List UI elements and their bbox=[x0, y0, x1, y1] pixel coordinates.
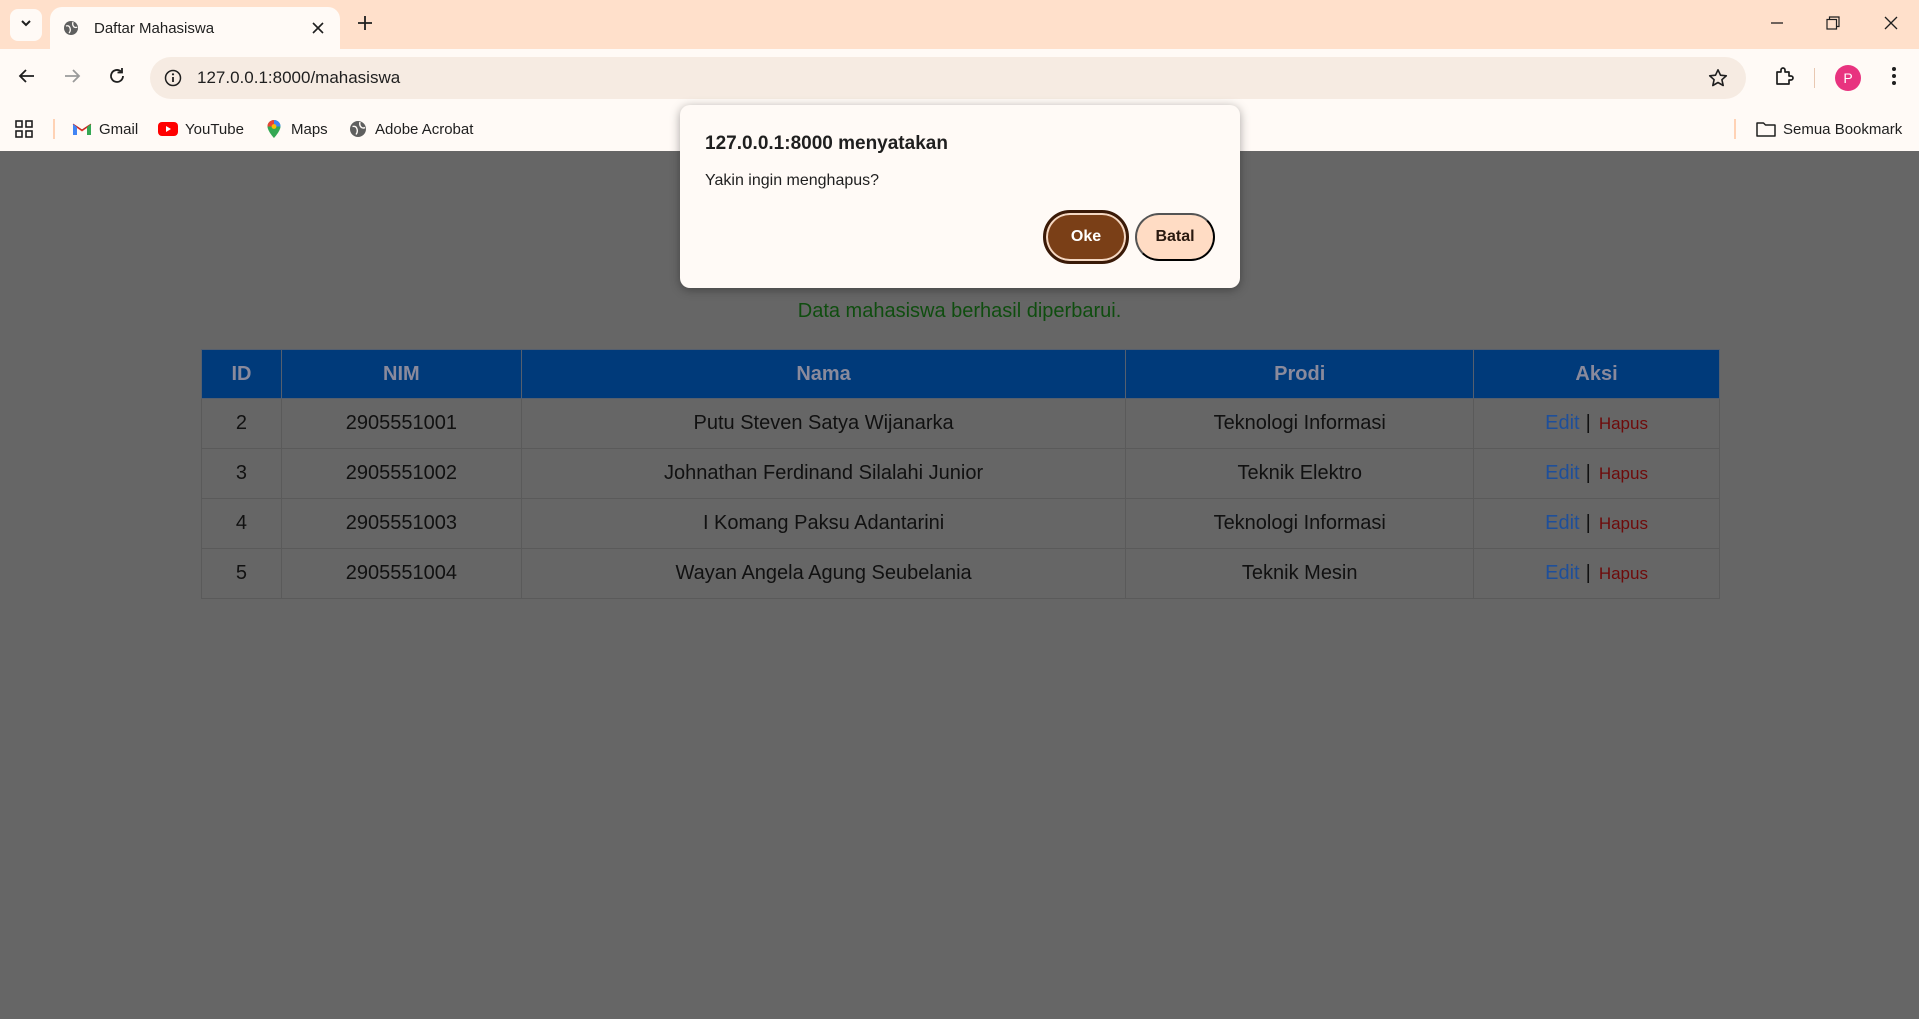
maps-icon bbox=[264, 119, 284, 139]
cell-nama: I Komang Paksu Adantarini bbox=[520, 498, 1127, 549]
back-button[interactable] bbox=[11, 62, 43, 94]
close-icon bbox=[1884, 16, 1898, 35]
plus-icon bbox=[357, 15, 373, 36]
cell-id: 4 bbox=[201, 498, 282, 549]
action-separator: | bbox=[1585, 412, 1591, 434]
column-header-id: ID bbox=[201, 349, 282, 399]
toolbar: 127.0.0.1:8000/mahasiswa P bbox=[0, 49, 1919, 107]
active-tab[interactable]: Daftar Mahasiswa bbox=[50, 7, 340, 49]
edit-link[interactable]: Edit bbox=[1545, 562, 1579, 584]
arrow-right-icon bbox=[63, 67, 81, 90]
table-row: 2 2905551001 Putu Steven Satya Wijanarka… bbox=[201, 398, 1720, 449]
browser-menu-button[interactable] bbox=[1880, 62, 1908, 94]
site-info-icon[interactable] bbox=[162, 67, 184, 89]
all-bookmarks-button[interactable]: Semua Bookmark bbox=[1756, 117, 1902, 141]
cell-prodi: Teknologi Informasi bbox=[1125, 498, 1475, 549]
column-header-prodi: Prodi bbox=[1125, 349, 1475, 399]
cell-nim: 2905551003 bbox=[280, 498, 522, 549]
tab-search-button[interactable] bbox=[10, 9, 42, 41]
ok-button[interactable]: Oke bbox=[1043, 210, 1129, 264]
column-header-aksi: Aksi bbox=[1473, 349, 1720, 399]
bookmark-maps[interactable]: Maps bbox=[264, 117, 328, 141]
cell-aksi: Edit | Hapus bbox=[1473, 498, 1720, 549]
more-vertical-icon bbox=[1891, 66, 1897, 91]
cell-aksi: Edit | Hapus bbox=[1473, 548, 1720, 599]
reload-button[interactable] bbox=[101, 62, 133, 94]
edit-link[interactable]: Edit bbox=[1545, 512, 1579, 534]
forward-button[interactable] bbox=[56, 62, 88, 94]
delete-link[interactable]: Hapus bbox=[1599, 414, 1648, 433]
cell-id: 2 bbox=[201, 398, 282, 449]
cell-id: 5 bbox=[201, 548, 282, 599]
dialog-title: 127.0.0.1:8000 menyatakan bbox=[705, 133, 948, 154]
chevron-down-icon bbox=[19, 16, 33, 35]
bookmark-adobe-acrobat[interactable]: Adobe Acrobat bbox=[348, 117, 473, 141]
cell-nama: Wayan Angela Agung Seubelania bbox=[520, 548, 1127, 599]
bookmark-divider bbox=[1734, 119, 1736, 139]
cell-prodi: Teknologi Informasi bbox=[1125, 398, 1475, 449]
action-separator: | bbox=[1585, 462, 1591, 484]
cell-nim: 2905551002 bbox=[280, 448, 522, 499]
edit-link[interactable]: Edit bbox=[1545, 412, 1579, 434]
reload-icon bbox=[108, 67, 126, 90]
address-bar[interactable]: 127.0.0.1:8000/mahasiswa bbox=[150, 57, 1746, 99]
table-header-row: ID NIM Nama Prodi Aksi bbox=[201, 349, 1720, 399]
close-icon[interactable] bbox=[308, 18, 328, 38]
minimize-icon bbox=[1770, 16, 1784, 35]
table-row: 5 2905551004 Wayan Angela Agung Seubelan… bbox=[201, 548, 1720, 599]
delete-link[interactable]: Hapus bbox=[1599, 564, 1648, 583]
column-header-nim: NIM bbox=[280, 349, 522, 399]
bookmark-label: Adobe Acrobat bbox=[375, 120, 474, 138]
delete-link[interactable]: Hapus bbox=[1599, 464, 1648, 483]
dialog-message: Yakin ingin menghapus? bbox=[705, 172, 880, 189]
apps-grid-icon[interactable] bbox=[12, 117, 36, 141]
extensions-button[interactable] bbox=[1768, 62, 1800, 94]
table-row: 4 2905551003 I Komang Paksu Adantarini T… bbox=[201, 498, 1720, 549]
edit-link[interactable]: Edit bbox=[1545, 462, 1579, 484]
globe-icon bbox=[348, 119, 368, 139]
cell-id: 3 bbox=[201, 448, 282, 499]
all-bookmarks-label: Semua Bookmark bbox=[1783, 120, 1903, 138]
cell-nama: Putu Steven Satya Wijanarka bbox=[520, 398, 1127, 449]
bookmark-star-icon[interactable] bbox=[1706, 66, 1730, 90]
table-row: 3 2905551002 Johnathan Ferdinand Silalah… bbox=[201, 448, 1720, 499]
cell-nim: 2905551004 bbox=[280, 548, 522, 599]
globe-icon bbox=[62, 19, 80, 37]
puzzle-icon bbox=[1774, 66, 1794, 91]
cell-aksi: Edit | Hapus bbox=[1473, 448, 1720, 499]
youtube-icon bbox=[158, 119, 178, 139]
confirm-dialog: 127.0.0.1:8000 menyatakan Yakin ingin me… bbox=[680, 105, 1240, 288]
action-separator: | bbox=[1585, 512, 1591, 534]
delete-link[interactable]: Hapus bbox=[1599, 514, 1648, 533]
bookmark-label: Maps bbox=[291, 120, 328, 138]
cell-aksi: Edit | Hapus bbox=[1473, 398, 1720, 449]
cell-prodi: Teknik Elektro bbox=[1125, 448, 1475, 499]
bookmark-youtube[interactable]: YouTube bbox=[158, 117, 244, 141]
action-separator: | bbox=[1585, 562, 1591, 584]
new-tab-button[interactable] bbox=[352, 12, 378, 38]
cancel-button[interactable]: Batal bbox=[1135, 213, 1215, 261]
minimize-button[interactable] bbox=[1762, 10, 1792, 40]
flash-message: Data mahasiswa berhasil diperbarui. bbox=[797, 300, 1122, 322]
cell-nama: Johnathan Ferdinand Silalahi Junior bbox=[520, 448, 1127, 499]
tab-strip: Daftar Mahasiswa bbox=[0, 0, 1919, 49]
restore-icon bbox=[1826, 15, 1840, 35]
cell-prodi: Teknik Mesin bbox=[1125, 548, 1475, 599]
mahasiswa-table: ID NIM Nama Prodi Aksi 2 2905551001 Putu… bbox=[201, 349, 1720, 599]
gmail-icon bbox=[72, 119, 92, 139]
arrow-left-icon bbox=[18, 67, 36, 90]
column-header-nama: Nama bbox=[520, 349, 1127, 399]
tab-title: Daftar Mahasiswa bbox=[94, 19, 215, 37]
toolbar-divider bbox=[1814, 68, 1815, 88]
bookmark-label: Gmail bbox=[99, 120, 139, 138]
bookmark-gmail[interactable]: Gmail bbox=[72, 117, 138, 141]
cell-nim: 2905551001 bbox=[280, 398, 522, 449]
folder-icon bbox=[1756, 119, 1776, 139]
bookmark-label: YouTube bbox=[185, 120, 244, 138]
url-text: 127.0.0.1:8000/mahasiswa bbox=[197, 68, 401, 87]
restore-button[interactable] bbox=[1818, 10, 1848, 40]
close-window-button[interactable] bbox=[1876, 10, 1906, 40]
bookmark-divider bbox=[53, 119, 55, 139]
profile-avatar[interactable]: P bbox=[1835, 65, 1861, 91]
